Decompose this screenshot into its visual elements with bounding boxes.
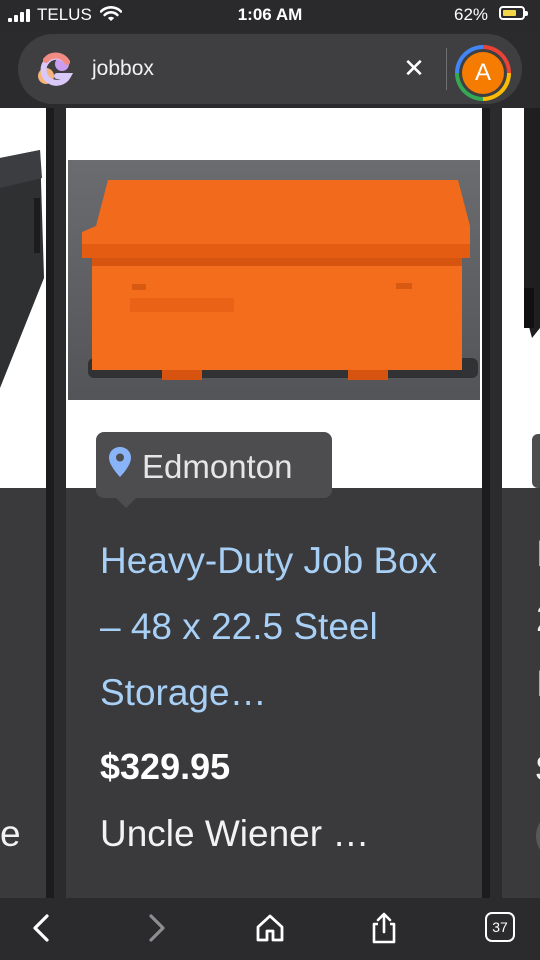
product-price: $329.95	[100, 746, 231, 787]
home-icon[interactable]	[252, 910, 288, 946]
avatar-letter: A	[462, 52, 504, 94]
previous-result-image	[0, 108, 46, 488]
account-avatar[interactable]: A	[455, 45, 511, 101]
clear-icon[interactable]: ✕	[400, 54, 428, 82]
next-result-card[interactable]: I 2 I $	[502, 108, 540, 898]
product-title[interactable]: Heavy-Duty Job Box – 48 x 22.5 Steel Sto…	[100, 528, 460, 726]
card-separator	[46, 108, 54, 898]
location-name: Edmonton	[142, 448, 293, 485]
search-bar[interactable]: jobbox ✕ A	[18, 34, 522, 104]
tab-count: 37	[492, 919, 508, 935]
previous-result-card[interactable]: e	[0, 108, 46, 898]
battery-icon	[499, 6, 528, 20]
next-result-price-fragment: $	[536, 748, 540, 790]
next-result-title-fragment: 2	[536, 598, 540, 640]
tabs-icon[interactable]: 37	[485, 912, 515, 942]
google-logo-icon[interactable]	[36, 52, 74, 90]
back-icon[interactable]	[24, 910, 60, 946]
seller-name[interactable]: Uncle Wiener …	[100, 813, 369, 855]
product-image	[66, 108, 482, 488]
search-query[interactable]: jobbox	[92, 57, 154, 81]
next-result-location-chip	[532, 434, 540, 488]
next-result-avatar	[536, 818, 540, 854]
forward-icon[interactable]	[138, 910, 174, 946]
location-tooltip: Edmonton	[96, 432, 332, 508]
browser-toolbar: 37	[0, 898, 540, 960]
share-icon[interactable]	[366, 910, 402, 946]
search-divider	[446, 48, 447, 90]
next-result-title-fragment: I	[536, 533, 540, 575]
location-pin-icon	[109, 447, 131, 477]
battery-percent: 62%	[454, 5, 489, 24]
next-result-title-fragment: I	[536, 663, 540, 705]
status-bar: TELUS 1:06 AM 62%	[0, 0, 540, 32]
card-separator	[482, 108, 490, 898]
next-result-image	[502, 108, 540, 488]
previous-result-seller-fragment: e	[0, 813, 21, 854]
